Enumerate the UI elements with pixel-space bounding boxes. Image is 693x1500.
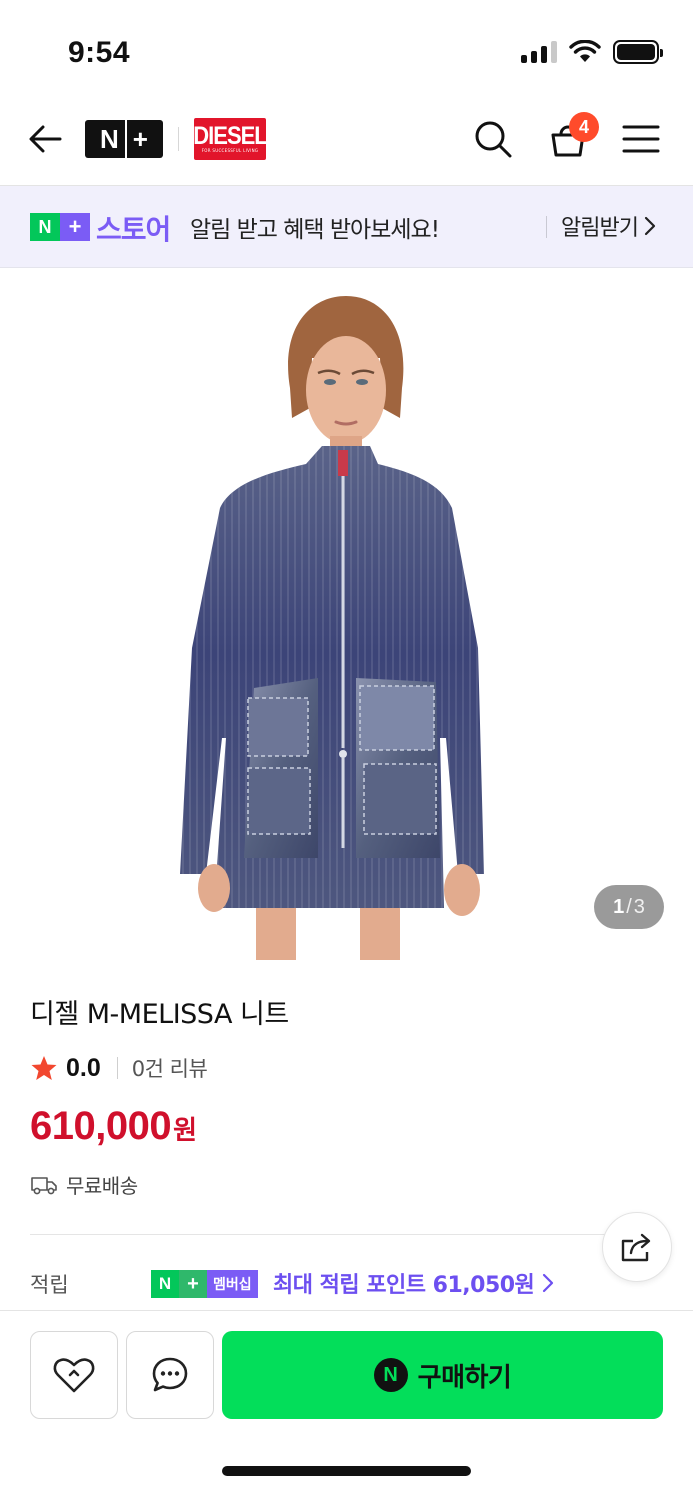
- buy-button-label: 구매하기: [417, 1362, 512, 1393]
- product-title: 디젤 M-MELISSA 니트: [30, 999, 289, 1030]
- home-indicator: [222, 1466, 471, 1476]
- buy-button[interactable]: N 구매하기: [222, 1331, 663, 1419]
- chevron-right-icon: [644, 216, 656, 236]
- notification-subscribe-button[interactable]: 알림받기: [561, 210, 656, 242]
- arrow-left-icon: [29, 125, 62, 153]
- hamburger-menu-icon: [622, 125, 660, 153]
- points-label: 적립: [30, 1273, 69, 1297]
- delivery-truck-icon: [31, 1176, 57, 1194]
- points-row[interactable]: 적립 N + 멤버십 최대 적립 포인트 61,050원: [30, 1265, 663, 1305]
- image-counter-separator: /: [626, 895, 632, 918]
- rating-separator: [116, 1057, 118, 1079]
- shipping-info: 무료배송: [30, 1170, 138, 1199]
- chat-bubble-icon: [152, 1357, 188, 1392]
- store-logo-n: N: [30, 213, 60, 241]
- max-points-link[interactable]: 최대 적립 포인트 61,050원: [273, 1267, 554, 1299]
- top-navigation: N + DIESEL FOR SUCCESSFUL LIVING 4: [0, 100, 693, 186]
- status-bar: 9:54: [0, 0, 693, 100]
- nplus-logo-plus: +: [132, 123, 148, 154]
- info-divider: [30, 1234, 663, 1235]
- image-counter-current: 1: [613, 895, 625, 918]
- cart-count-badge: 4: [569, 112, 599, 142]
- image-counter-total: 3: [633, 895, 645, 918]
- share-icon: [621, 1233, 651, 1262]
- membership-badge-label: 멤버십: [207, 1270, 258, 1298]
- signal-icon: [521, 41, 557, 63]
- brand-logo[interactable]: DIESEL FOR SUCCESSFUL LIVING: [193, 118, 268, 160]
- price-unit: 원: [173, 1116, 198, 1146]
- search-button[interactable]: [470, 116, 516, 162]
- store-notification-banner[interactable]: N + 스토어 알림 받고 혜택 받아보세요! 알림받기: [0, 186, 693, 268]
- naverpay-n-icon: N: [373, 1358, 408, 1392]
- rating-value: 0.0: [66, 1053, 101, 1082]
- menu-button[interactable]: [620, 118, 662, 160]
- store-label: 스토어: [96, 213, 171, 246]
- cart-button[interactable]: 4: [543, 112, 599, 164]
- back-button[interactable]: [24, 118, 66, 160]
- nplus-logo-n: N: [100, 123, 119, 154]
- star-icon: [31, 1056, 57, 1080]
- product-image-carousel[interactable]: 1 / 3: [0, 268, 693, 960]
- membership-badge-plus: +: [179, 1270, 207, 1298]
- review-count-link[interactable]: 0건 리뷰: [132, 1053, 208, 1083]
- heart-icon: [53, 1358, 95, 1393]
- brand-logo-text: DIESEL: [193, 121, 267, 150]
- wifi-icon: [569, 40, 601, 62]
- product-photo: [180, 296, 484, 960]
- search-icon: [475, 121, 512, 158]
- chevron-right-icon: [543, 1273, 554, 1293]
- image-counter: 1 / 3: [594, 885, 664, 929]
- wishlist-button[interactable]: [30, 1331, 118, 1419]
- status-icons: [521, 40, 663, 64]
- store-logo-plus: +: [60, 213, 90, 241]
- nav-divider: [178, 127, 179, 151]
- max-points-text: 최대 적립 포인트 61,050원: [273, 1273, 535, 1298]
- price: 610,000 원: [30, 1104, 197, 1149]
- status-time: 9:54: [68, 36, 131, 69]
- shipping-text: 무료배송: [66, 1174, 138, 1198]
- banner-divider: [546, 216, 547, 238]
- notification-subscribe-label: 알림받기: [561, 216, 639, 241]
- rating-row[interactable]: 0.0 0건 리뷰: [30, 1050, 208, 1086]
- bottom-action-bar: N 구매하기: [0, 1310, 693, 1500]
- talk-talk-chat-button[interactable]: [126, 1331, 214, 1419]
- price-value: 610,000: [30, 1104, 172, 1148]
- nplus-membership-badge: N + 멤버십: [151, 1270, 258, 1298]
- battery-icon: [613, 40, 663, 64]
- membership-badge-n: N: [151, 1270, 179, 1298]
- nplus-store-logo: N +: [30, 213, 90, 241]
- nplus-logo[interactable]: N +: [85, 120, 163, 158]
- banner-message: 알림 받고 혜택 받아보세요!: [190, 217, 440, 243]
